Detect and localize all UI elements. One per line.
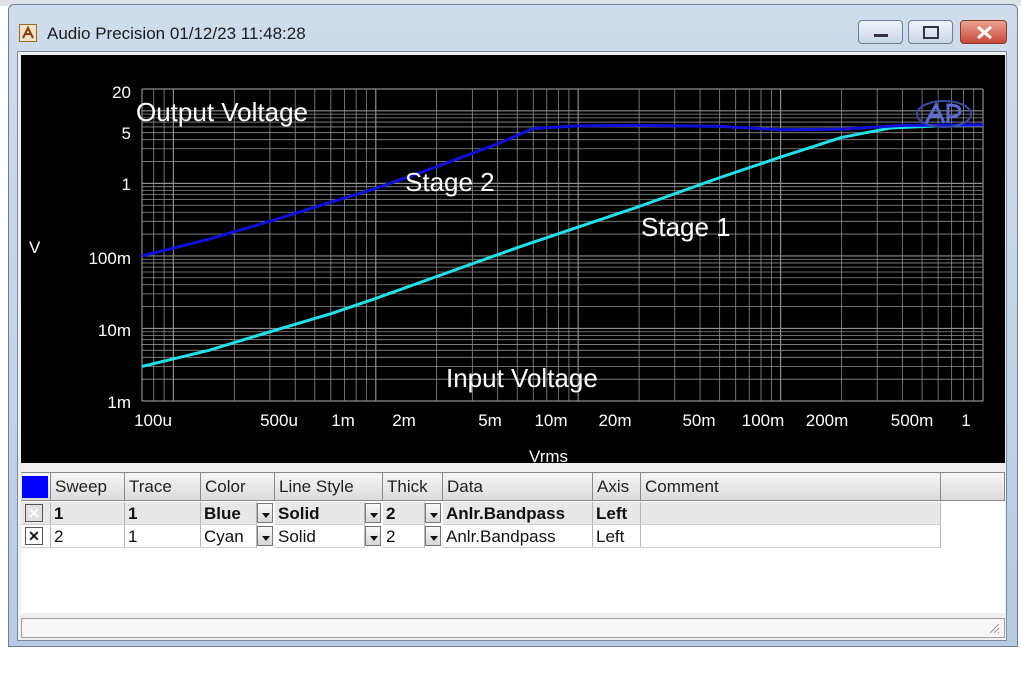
x-tick-10m: 10m — [534, 411, 568, 430]
thick-dropdown-arrow-icon[interactable] — [425, 503, 441, 523]
row-enable-checkbox[interactable]: ✕ — [25, 504, 43, 522]
column-header-filler — [941, 473, 1005, 501]
cell-thick[interactable]: 2 — [383, 525, 425, 548]
y-tick-1m: 1m — [107, 393, 131, 412]
row-selector[interactable]: ✕ — [21, 525, 51, 548]
cell-thick[interactable]: 2 — [383, 502, 425, 525]
y-axis-label: V — [29, 238, 41, 257]
cell-trace[interactable]: 1 — [125, 502, 201, 525]
x-axis-label: Vrms — [529, 447, 569, 466]
audio-precision-app-icon — [19, 24, 37, 42]
maximize-button[interactable] — [908, 20, 953, 44]
color-dropdown-arrow-icon[interactable] — [257, 526, 273, 546]
cell-trace[interactable]: 1 — [125, 525, 201, 548]
x-tick-20m: 20m — [598, 411, 632, 430]
color-dropdown-arrow-icon[interactable] — [257, 503, 273, 523]
thick-dropdown-arrow-icon[interactable] — [425, 526, 441, 546]
title-bar[interactable]: Audio Precision 01/12/23 11:48:28 — [9, 5, 1017, 51]
cell-axis[interactable]: Left — [593, 502, 641, 525]
cell-line-style[interactable]: Solid — [275, 525, 365, 548]
column-header-trace[interactable]: Trace — [125, 473, 201, 501]
column-header-axis[interactable]: Axis — [593, 473, 641, 501]
resize-grip-icon[interactable] — [988, 622, 1000, 634]
blue-color-swatch-icon — [22, 476, 48, 498]
cell-sweep[interactable]: 1 — [51, 502, 125, 525]
graph-panel[interactable]: 20 5 1 100m 10m 1m 100u 500u 1m 2m 5m 10… — [21, 55, 1005, 466]
cell-data[interactable]: Anlr.Bandpass — [443, 525, 593, 548]
cell-color[interactable]: Cyan — [201, 525, 257, 548]
x-tick-5m: 5m — [478, 411, 502, 430]
x-tick-50m: 50m — [682, 411, 716, 430]
ap-logo-icon — [914, 99, 974, 129]
cell-comment[interactable] — [641, 525, 941, 548]
x-tick-500u: 500u — [260, 411, 298, 430]
trace-stage-1-cyan[interactable] — [141, 123, 984, 368]
x-tick-1m: 1m — [331, 411, 355, 430]
x-tick-1: 1 — [961, 411, 971, 430]
line-style-dropdown-arrow-icon[interactable] — [365, 526, 381, 546]
row-enable-checkbox[interactable]: ✕ — [25, 527, 43, 545]
y-tick-100m: 100m — [88, 249, 131, 268]
y-tick-20: 20 — [112, 83, 131, 102]
annotation-output-voltage[interactable]: Output Voltage — [136, 97, 308, 128]
x-tick-200m: 200m — [805, 411, 849, 430]
x-tick-100m: 100m — [741, 411, 785, 430]
window-title: Audio Precision 01/12/23 11:48:28 — [47, 24, 306, 43]
annotation-stage-1[interactable]: Stage 1 — [641, 212, 731, 243]
table-corner-header[interactable] — [21, 473, 51, 501]
y-tick-1: 1 — [121, 175, 131, 194]
column-header-sweep[interactable]: Sweep — [51, 473, 125, 501]
cell-sweep[interactable]: 2 — [51, 525, 125, 548]
row-selector[interactable]: ✕ — [21, 502, 51, 525]
cell-axis[interactable]: Left — [593, 525, 641, 548]
line-style-dropdown-arrow-icon[interactable] — [365, 503, 381, 523]
column-header-data[interactable]: Data — [443, 473, 593, 501]
app-window: Audio Precision 01/12/23 11:48:28 20 5 1… — [8, 4, 1018, 647]
column-header-comment[interactable]: Comment — [641, 473, 941, 501]
cell-data[interactable]: Anlr.Bandpass — [443, 502, 593, 525]
annotation-input-voltage[interactable]: Input Voltage — [446, 363, 598, 394]
trace-table[interactable]: Sweep Trace Color Line Style Thick Data … — [21, 472, 1005, 613]
window-client-area: 20 5 1 100m 10m 1m 100u 500u 1m 2m 5m 10… — [17, 51, 1007, 641]
minimize-button[interactable] — [858, 20, 903, 44]
close-button[interactable] — [960, 20, 1007, 44]
x-tick-2m: 2m — [392, 411, 416, 430]
cell-comment[interactable] — [641, 502, 941, 525]
status-bar — [21, 618, 1005, 638]
y-tick-10m: 10m — [97, 321, 131, 340]
cell-line-style[interactable]: Solid — [275, 502, 365, 525]
x-tick-500m: 500m — [890, 411, 934, 430]
cell-color[interactable]: Blue — [201, 502, 257, 525]
y-tick-5: 5 — [121, 124, 131, 143]
column-header-color[interactable]: Color — [201, 473, 275, 501]
x-tick-100u: 100u — [134, 411, 172, 430]
column-header-thick[interactable]: Thick — [383, 473, 443, 501]
annotation-stage-2[interactable]: Stage 2 — [405, 167, 495, 198]
column-header-line-style[interactable]: Line Style — [275, 473, 383, 501]
